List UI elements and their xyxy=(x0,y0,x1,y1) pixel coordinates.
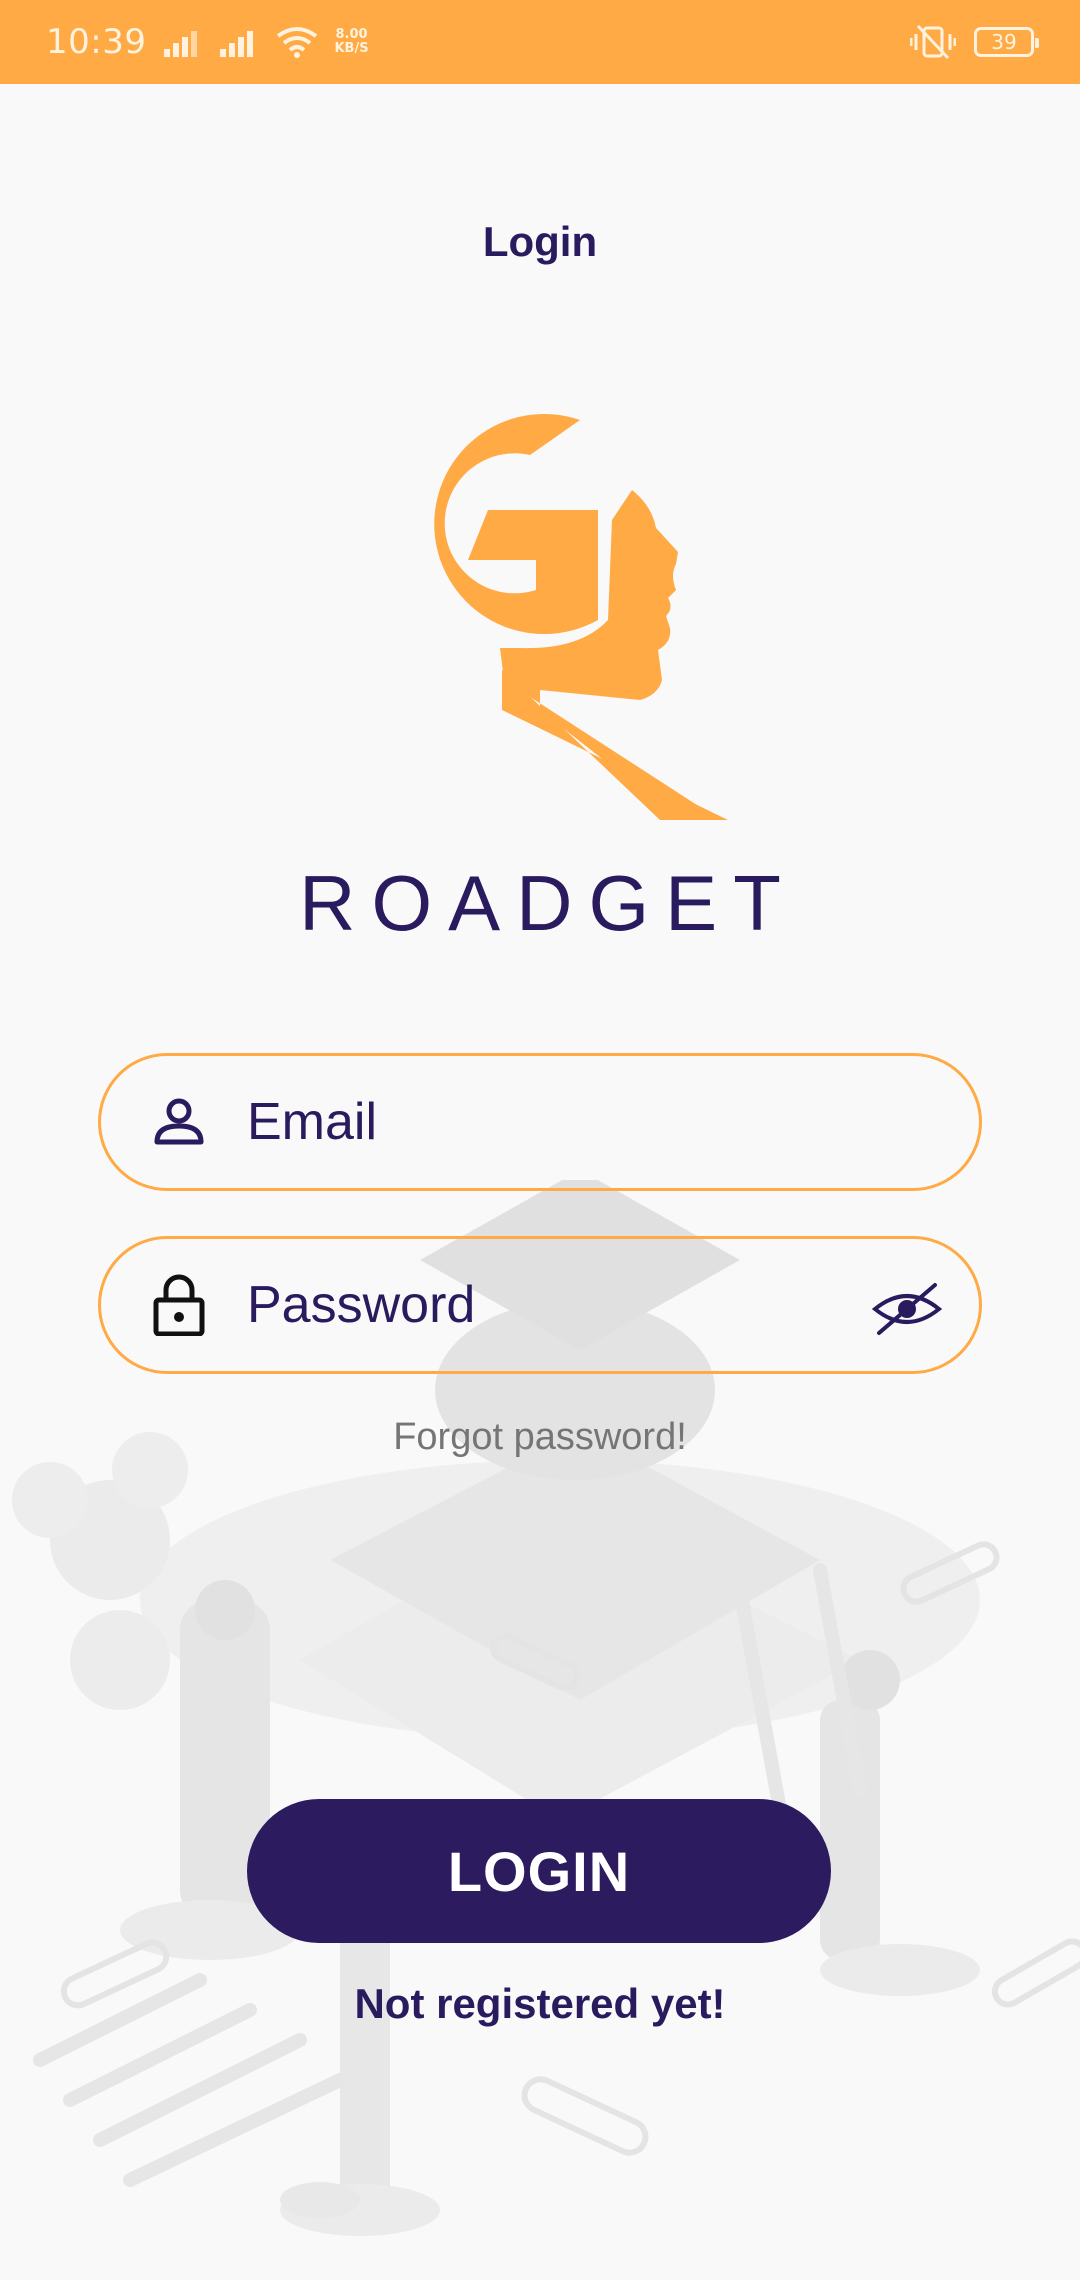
password-field[interactable] xyxy=(98,1236,982,1374)
person-icon xyxy=(153,1094,205,1150)
wifi-icon xyxy=(277,27,318,58)
eye-off-icon[interactable] xyxy=(871,1281,943,1337)
email-input[interactable] xyxy=(247,1092,807,1152)
email-field[interactable] xyxy=(98,1053,982,1191)
lock-icon xyxy=(153,1274,205,1336)
register-link[interactable]: Not registered yet! xyxy=(354,1980,725,2027)
battery-icon: 39 xyxy=(974,27,1039,57)
status-icons: 8.00 KB/S xyxy=(164,26,369,58)
status-right: 39 xyxy=(910,24,1039,60)
login-button[interactable]: LOGIN xyxy=(247,1799,831,1943)
forgot-password-row: Forgot password! xyxy=(0,1416,1080,1459)
signal-icon-2 xyxy=(220,31,254,57)
signal-icon xyxy=(164,31,198,57)
brand-name: ROADGET xyxy=(299,859,797,947)
network-speed: 8.00 KB/S xyxy=(334,27,369,56)
forgot-password-link[interactable]: Forgot password! xyxy=(393,1416,687,1458)
status-bar: 10:39 8.00 KB/S 39 xyxy=(0,0,1080,84)
vibrate-mute-icon xyxy=(910,24,956,60)
gr-head-logo-icon xyxy=(434,414,728,820)
register-row: Not registered yet! xyxy=(0,1980,1080,2028)
status-time: 10:39 xyxy=(46,22,147,62)
page-title: Login xyxy=(482,218,598,265)
password-input[interactable] xyxy=(247,1275,807,1335)
